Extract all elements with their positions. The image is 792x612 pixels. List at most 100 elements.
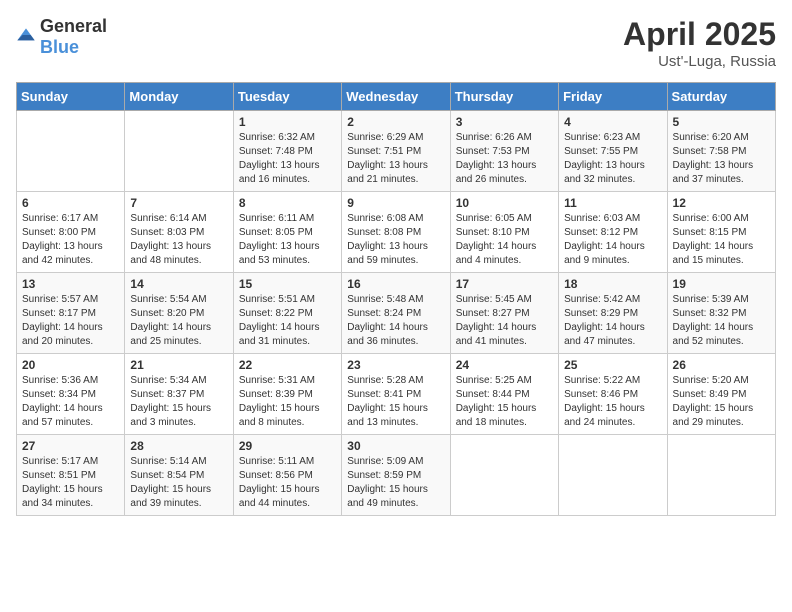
day-number: 24	[456, 358, 553, 372]
day-info: Sunrise: 6:14 AM Sunset: 8:03 PM Dayligh…	[130, 212, 227, 268]
day-info: Sunrise: 5:25 AM Sunset: 8:44 PM Dayligh…	[456, 374, 553, 430]
calendar-cell: 12 Sunrise: 6:00 AM Sunset: 8:15 PM Dayli…	[667, 192, 775, 273]
day-info: Sunrise: 6:32 AM Sunset: 7:48 PM Dayligh…	[239, 131, 336, 187]
calendar-cell	[450, 435, 558, 516]
day-number: 5	[673, 115, 770, 129]
col-header-wednesday: Wednesday	[342, 83, 450, 111]
calendar-cell: 24 Sunrise: 5:25 AM Sunset: 8:44 PM Dayli…	[450, 354, 558, 435]
calendar-cell: 26 Sunrise: 5:20 AM Sunset: 8:49 PM Dayli…	[667, 354, 775, 435]
day-number: 21	[130, 358, 227, 372]
calendar-cell: 27 Sunrise: 5:17 AM Sunset: 8:51 PM Dayli…	[17, 435, 125, 516]
day-info: Sunrise: 6:29 AM Sunset: 7:51 PM Dayligh…	[347, 131, 444, 187]
day-info: Sunrise: 5:48 AM Sunset: 8:24 PM Dayligh…	[347, 293, 444, 349]
day-number: 26	[673, 358, 770, 372]
col-header-thursday: Thursday	[450, 83, 558, 111]
day-info: Sunrise: 5:17 AM Sunset: 8:51 PM Dayligh…	[22, 455, 119, 511]
col-header-sunday: Sunday	[17, 83, 125, 111]
page-header: General Blue April 2025 Ust'-Luga, Russi…	[16, 16, 776, 70]
day-number: 12	[673, 196, 770, 210]
day-info: Sunrise: 5:28 AM Sunset: 8:41 PM Dayligh…	[347, 374, 444, 430]
day-info: Sunrise: 5:20 AM Sunset: 8:49 PM Dayligh…	[673, 374, 770, 430]
day-info: Sunrise: 5:57 AM Sunset: 8:17 PM Dayligh…	[22, 293, 119, 349]
calendar-cell: 21 Sunrise: 5:34 AM Sunset: 8:37 PM Dayli…	[125, 354, 233, 435]
day-info: Sunrise: 6:11 AM Sunset: 8:05 PM Dayligh…	[239, 212, 336, 268]
day-info: Sunrise: 6:17 AM Sunset: 8:00 PM Dayligh…	[22, 212, 119, 268]
calendar-cell: 17 Sunrise: 5:45 AM Sunset: 8:27 PM Dayli…	[450, 273, 558, 354]
calendar-cell: 15 Sunrise: 5:51 AM Sunset: 8:22 PM Dayli…	[233, 273, 341, 354]
day-number: 13	[22, 277, 119, 291]
calendar-cell: 7 Sunrise: 6:14 AM Sunset: 8:03 PM Daylig…	[125, 192, 233, 273]
calendar-cell: 20 Sunrise: 5:36 AM Sunset: 8:34 PM Dayli…	[17, 354, 125, 435]
day-info: Sunrise: 5:54 AM Sunset: 8:20 PM Dayligh…	[130, 293, 227, 349]
day-info: Sunrise: 6:23 AM Sunset: 7:55 PM Dayligh…	[564, 131, 661, 187]
day-number: 7	[130, 196, 227, 210]
day-info: Sunrise: 5:09 AM Sunset: 8:59 PM Dayligh…	[347, 455, 444, 511]
day-number: 14	[130, 277, 227, 291]
day-number: 15	[239, 277, 336, 291]
calendar-cell: 11Sunrise: 6:03 AM Sunset: 8:12 PM Dayli…	[559, 192, 667, 273]
day-info: Sunrise: 5:36 AM Sunset: 8:34 PM Dayligh…	[22, 374, 119, 430]
calendar-cell: 28Sunrise: 5:14 AM Sunset: 8:54 PM Dayli…	[125, 435, 233, 516]
day-info: Sunrise: 6:05 AM Sunset: 8:10 PM Dayligh…	[456, 212, 553, 268]
calendar-cell: 5 Sunrise: 6:20 AM Sunset: 7:58 PM Daylig…	[667, 111, 775, 192]
day-number: 8	[239, 196, 336, 210]
day-number: 4	[564, 115, 661, 129]
calendar-cell	[559, 435, 667, 516]
day-info: Sunrise: 6:00 AM Sunset: 8:15 PM Dayligh…	[673, 212, 770, 268]
day-number: 2	[347, 115, 444, 129]
calendar-cell: 22 Sunrise: 5:31 AM Sunset: 8:39 PM Dayli…	[233, 354, 341, 435]
calendar-cell: 23 Sunrise: 5:28 AM Sunset: 8:41 PM Dayli…	[342, 354, 450, 435]
main-title: April 2025	[623, 16, 776, 53]
day-info: Sunrise: 5:14 AM Sunset: 8:54 PM Dayligh…	[130, 455, 227, 511]
day-info: Sunrise: 5:31 AM Sunset: 8:39 PM Dayligh…	[239, 374, 336, 430]
calendar-cell: 30 Sunrise: 5:09 AM Sunset: 8:59 PM Dayli…	[342, 435, 450, 516]
col-header-saturday: Saturday	[667, 83, 775, 111]
day-number: 22	[239, 358, 336, 372]
day-number: 23	[347, 358, 444, 372]
title-block: April 2025 Ust'-Luga, Russia	[623, 16, 776, 70]
day-number: 17	[456, 277, 553, 291]
day-info: Sunrise: 5:34 AM Sunset: 8:37 PM Dayligh…	[130, 374, 227, 430]
day-info: Sunrise: 5:11 AM Sunset: 8:56 PM Dayligh…	[239, 455, 336, 511]
day-info: Sunrise: 5:22 AM Sunset: 8:46 PM Dayligh…	[564, 374, 661, 430]
calendar-cell: 2 Sunrise: 6:29 AM Sunset: 7:51 PM Daylig…	[342, 111, 450, 192]
calendar-header-row: SundayMondayTuesdayWednesdayThursdayFrid…	[17, 83, 776, 111]
col-header-friday: Friday	[559, 83, 667, 111]
calendar-week-row: 20 Sunrise: 5:36 AM Sunset: 8:34 PM Dayli…	[17, 354, 776, 435]
calendar-cell: 4 Sunrise: 6:23 AM Sunset: 7:55 PM Daylig…	[559, 111, 667, 192]
calendar-week-row: 6Sunrise: 6:17 AM Sunset: 8:00 PM Daylig…	[17, 192, 776, 273]
col-header-monday: Monday	[125, 83, 233, 111]
calendar-cell: 16 Sunrise: 5:48 AM Sunset: 8:24 PM Dayli…	[342, 273, 450, 354]
calendar-cell: 18Sunrise: 5:42 AM Sunset: 8:29 PM Dayli…	[559, 273, 667, 354]
calendar-cell: 8 Sunrise: 6:11 AM Sunset: 8:05 PM Daylig…	[233, 192, 341, 273]
calendar-week-row: 27 Sunrise: 5:17 AM Sunset: 8:51 PM Dayli…	[17, 435, 776, 516]
day-number: 27	[22, 439, 119, 453]
calendar-cell: 29 Sunrise: 5:11 AM Sunset: 8:56 PM Dayli…	[233, 435, 341, 516]
day-info: Sunrise: 6:20 AM Sunset: 7:58 PM Dayligh…	[673, 131, 770, 187]
col-header-tuesday: Tuesday	[233, 83, 341, 111]
day-number: 30	[347, 439, 444, 453]
calendar-cell: 13 Sunrise: 5:57 AM Sunset: 8:17 PM Dayli…	[17, 273, 125, 354]
calendar-week-row: 1 Sunrise: 6:32 AM Sunset: 7:48 PM Daylig…	[17, 111, 776, 192]
calendar-cell	[125, 111, 233, 192]
calendar-cell: 10 Sunrise: 6:05 AM Sunset: 8:10 PM Dayli…	[450, 192, 558, 273]
day-number: 29	[239, 439, 336, 453]
day-info: Sunrise: 6:26 AM Sunset: 7:53 PM Dayligh…	[456, 131, 553, 187]
day-number: 19	[673, 277, 770, 291]
day-info: Sunrise: 5:39 AM Sunset: 8:32 PM Dayligh…	[673, 293, 770, 349]
day-number: 20	[22, 358, 119, 372]
day-number: 9	[347, 196, 444, 210]
day-info: Sunrise: 5:45 AM Sunset: 8:27 PM Dayligh…	[456, 293, 553, 349]
day-number: 25	[564, 358, 661, 372]
day-number: 1	[239, 115, 336, 129]
calendar-cell: 25 Sunrise: 5:22 AM Sunset: 8:46 PM Dayli…	[559, 354, 667, 435]
day-info: Sunrise: 6:08 AM Sunset: 8:08 PM Dayligh…	[347, 212, 444, 268]
day-info: Sunrise: 5:51 AM Sunset: 8:22 PM Dayligh…	[239, 293, 336, 349]
calendar-cell	[17, 111, 125, 192]
day-number: 16	[347, 277, 444, 291]
calendar-table: SundayMondayTuesdayWednesdayThursdayFrid…	[16, 82, 776, 516]
logo-blue: Blue	[40, 37, 79, 57]
day-info: Sunrise: 6:03 AM Sunset: 8:12 PM Dayligh…	[564, 212, 661, 268]
day-number: 10	[456, 196, 553, 210]
calendar-cell: 1 Sunrise: 6:32 AM Sunset: 7:48 PM Daylig…	[233, 111, 341, 192]
